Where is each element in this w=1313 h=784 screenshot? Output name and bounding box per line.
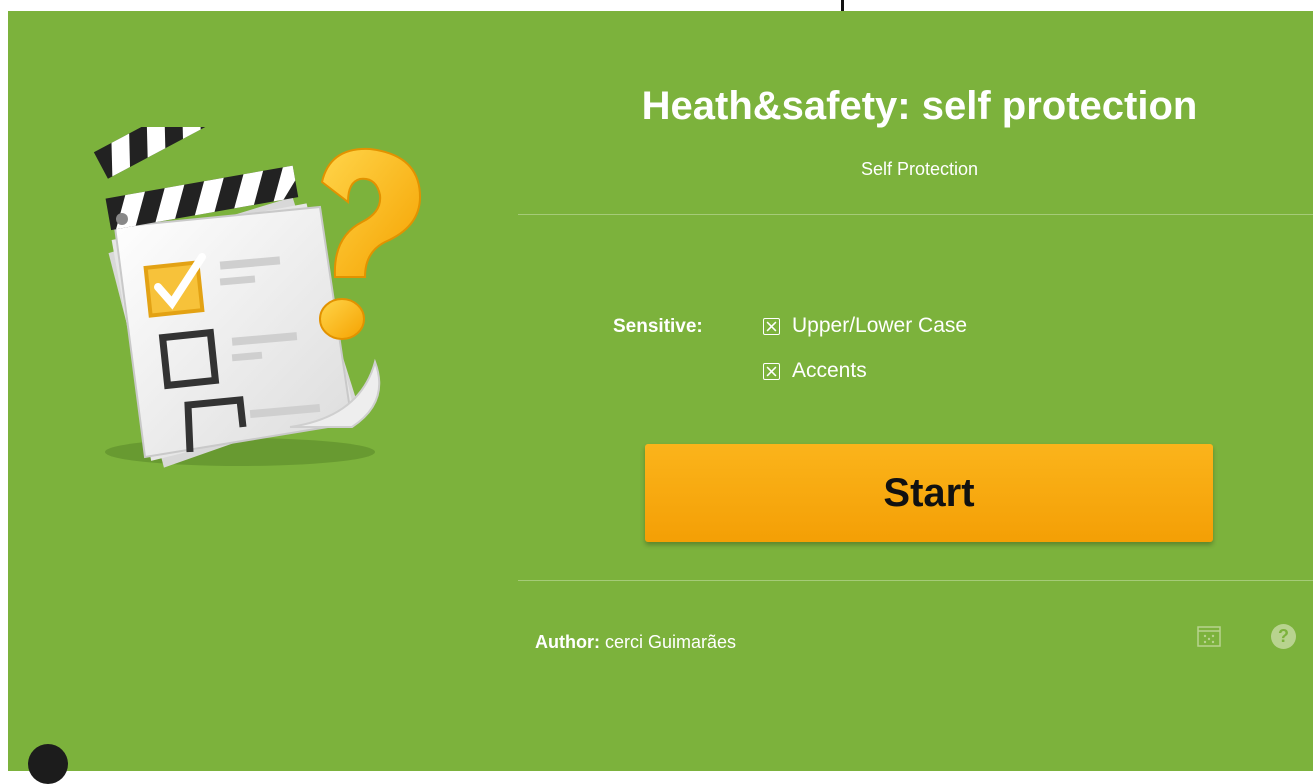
author-line: Author: cerci Guimarães [535,630,736,654]
accents-option[interactable]: Accents [763,359,867,383]
author-name: cerci Guimarães [605,632,737,652]
top-strip [0,0,1313,11]
upper-lower-case-checkbox[interactable] [763,317,780,335]
window-edge-mark [841,0,844,11]
random-order-icon[interactable] [1196,623,1222,649]
help-icon[interactable]: ? [1271,624,1296,649]
x-mark-icon [766,321,777,331]
corner-avatar-edge [28,744,68,784]
quiz-clapperboard-icon [93,127,422,468]
quiz-title: Heath&safety: self protection [641,84,1198,128]
quiz-start-panel: Heath&safety: self protection Self Prote… [8,11,1313,771]
quiz-subtitle: Self Protection [860,159,979,179]
divider-top [518,214,1313,215]
upper-lower-case-label: Upper/Lower Case [792,314,968,337]
start-button[interactable]: Start [645,444,1213,542]
accents-checkbox[interactable] [763,362,780,380]
author-label: Author: [535,632,600,652]
sensitive-label: Sensitive: [613,316,703,337]
divider-bottom [518,580,1313,581]
accents-label: Accents [792,359,867,382]
upper-lower-case-option[interactable]: Upper/Lower Case [763,314,967,338]
x-mark-icon [766,366,777,376]
